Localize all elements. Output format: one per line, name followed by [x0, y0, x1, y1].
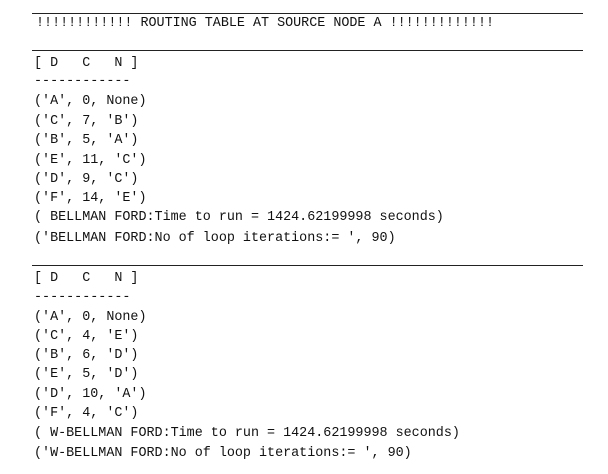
table-1-row: ('B', 5, 'A') [34, 133, 139, 148]
table-1-iterations: ('BELLMAN FORD:No of loop iterations:= '… [34, 231, 396, 246]
table-1-separator: ------------ [34, 74, 131, 89]
table-1-row: ('F', 14, 'E') [34, 191, 147, 206]
page-title: !!!!!!!!!!!! ROUTING TABLE AT SOURCE NOD… [36, 16, 495, 31]
table-2-row: ('F', 4, 'C') [34, 406, 139, 421]
top-divider [32, 13, 583, 14]
table-1-row: ('E', 11, 'C') [34, 153, 147, 168]
table-1-header: [ D C N ] [34, 56, 139, 71]
title-divider [32, 50, 583, 51]
table-2-row: ('B', 6, 'D') [34, 348, 139, 363]
table-2-row: ('E', 5, 'D') [34, 367, 139, 382]
table-1-row: ('D', 9, 'C') [34, 172, 139, 187]
table-2-header: [ D C N ] [34, 271, 139, 286]
table-2-row: ('D', 10, 'A') [34, 387, 147, 402]
table-2-row: ('A', 0, None) [34, 310, 147, 325]
table-1-row: ('C', 7, 'B') [34, 114, 139, 129]
table-2-row: ('C', 4, 'E') [34, 329, 139, 344]
table-2-iterations: ('W-BELLMAN FORD:No of loop iterations:=… [34, 446, 412, 461]
table-1-row: ('A', 0, None) [34, 94, 147, 109]
table-2-runtime: ( W-BELLMAN FORD:Time to run = 1424.6219… [34, 426, 460, 441]
section-divider [32, 265, 583, 266]
table-1-runtime: ( BELLMAN FORD:Time to run = 1424.621999… [34, 210, 444, 225]
table-2-separator: ------------ [34, 290, 131, 305]
